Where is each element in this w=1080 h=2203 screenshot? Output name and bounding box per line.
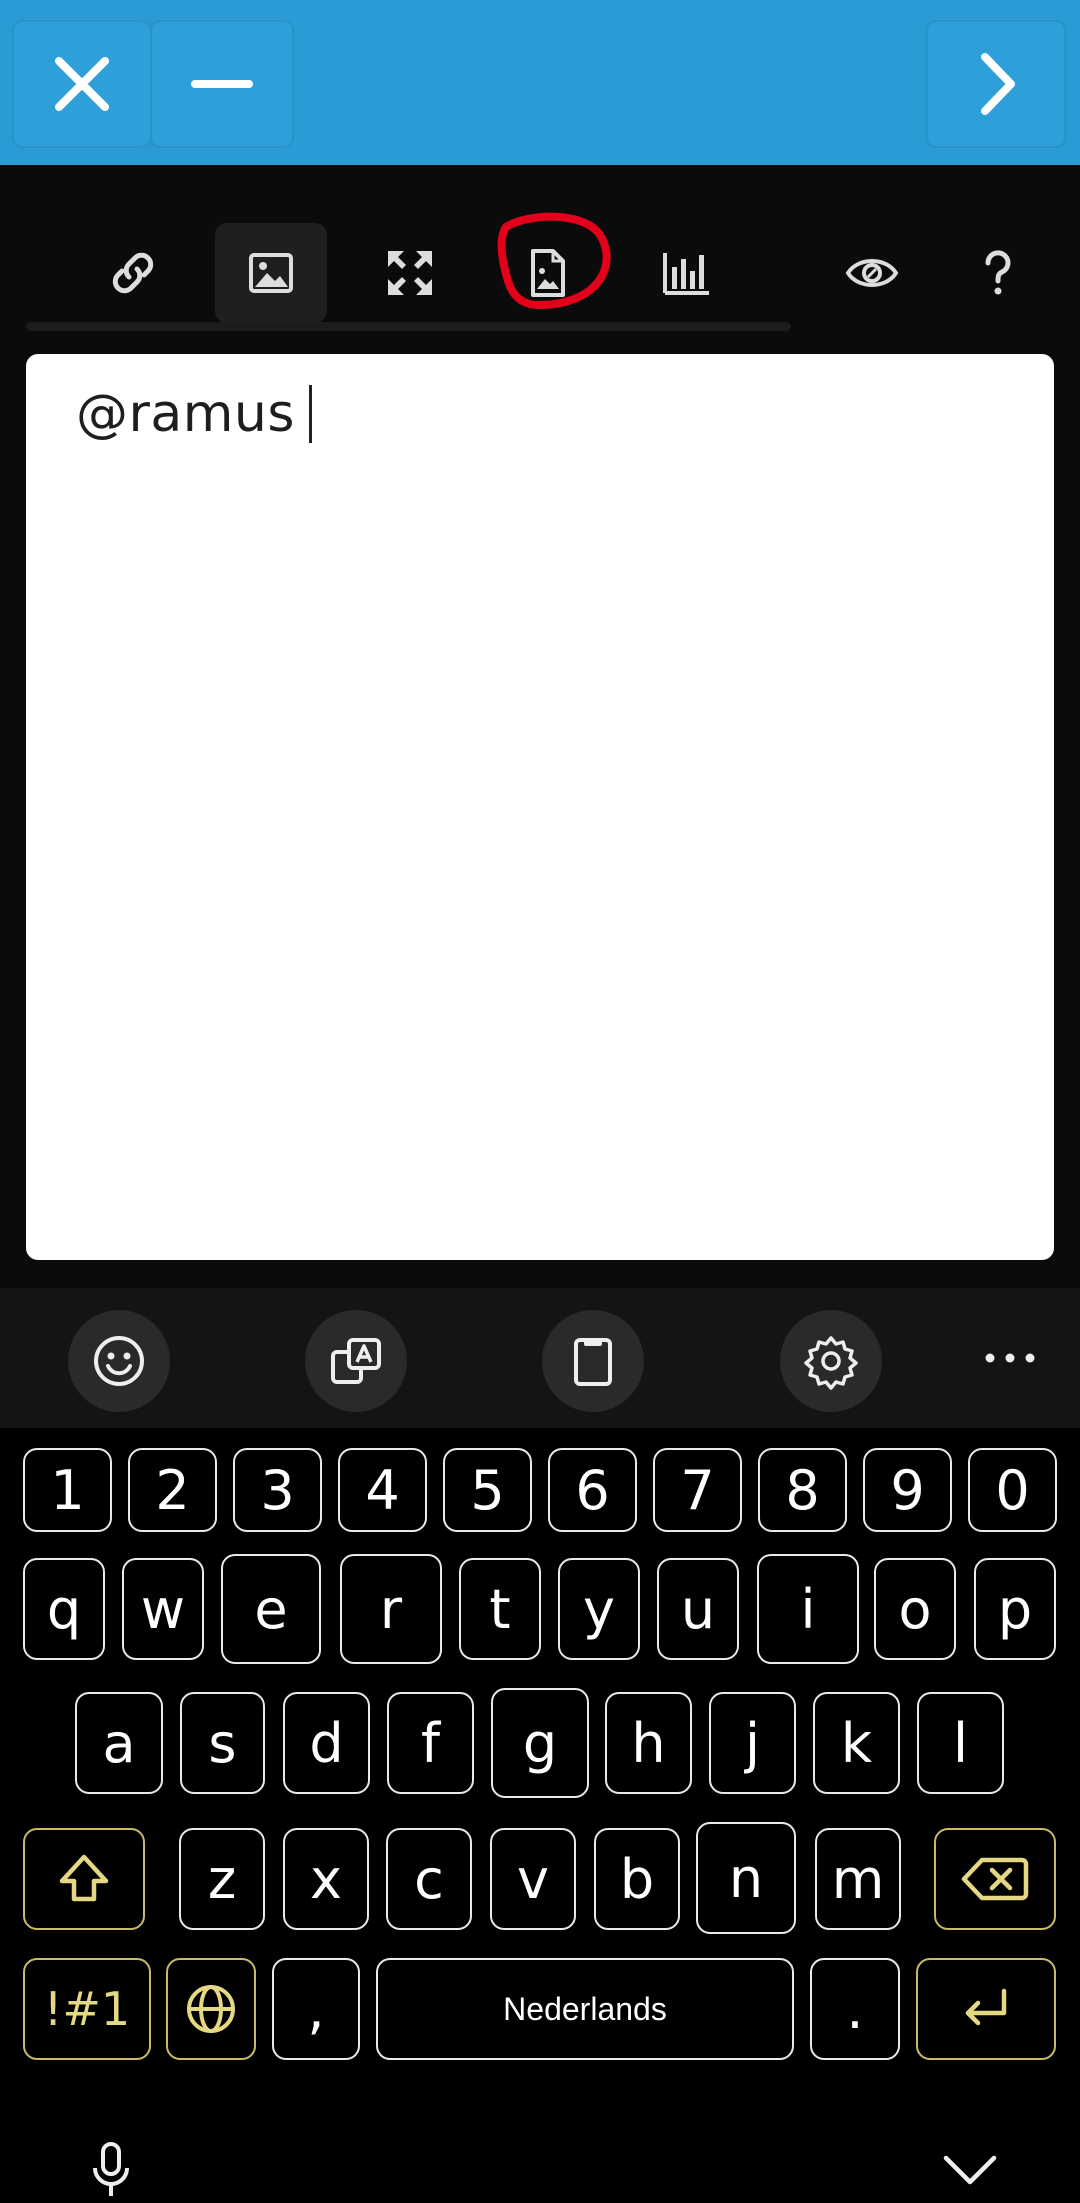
- key-j[interactable]: j: [709, 1692, 796, 1794]
- backspace-key[interactable]: [934, 1828, 1056, 1930]
- help-button[interactable]: [942, 223, 1054, 323]
- next-button[interactable]: [926, 20, 1066, 148]
- settings-icon: [804, 1336, 858, 1390]
- key-x[interactable]: x: [283, 1828, 369, 1930]
- key-i[interactable]: i: [757, 1554, 859, 1664]
- key-m[interactable]: m: [815, 1828, 901, 1930]
- language-key[interactable]: [166, 1958, 256, 2060]
- keyboard: 1 2 3 4 5 6 7 8 9 0 q w e r t y u i o p …: [0, 1428, 1080, 2203]
- close-button[interactable]: [12, 20, 152, 148]
- clipboard-icon: [574, 1338, 612, 1386]
- minus-icon: [191, 80, 253, 88]
- globe-icon: [187, 1985, 235, 2033]
- enter-key[interactable]: [916, 1958, 1056, 2060]
- microphone-icon[interactable]: [86, 2140, 136, 2200]
- key-v[interactable]: v: [490, 1828, 576, 1930]
- enter-icon: [965, 1988, 1007, 2026]
- key-f[interactable]: f: [387, 1692, 474, 1794]
- key-5[interactable]: 5: [443, 1448, 532, 1532]
- help-icon: [985, 250, 1011, 295]
- translate-button[interactable]: [305, 1310, 407, 1412]
- comma-key[interactable]: ,: [272, 1958, 360, 2060]
- translate-icon: [331, 1338, 381, 1384]
- key-n[interactable]: n: [696, 1822, 796, 1934]
- clipboard-button[interactable]: [542, 1310, 644, 1412]
- key-u[interactable]: u: [657, 1558, 739, 1660]
- key-8[interactable]: 8: [758, 1448, 847, 1532]
- space-key[interactable]: Nederlands: [376, 1958, 794, 2060]
- key-1[interactable]: 1: [23, 1448, 112, 1532]
- preview-button[interactable]: [816, 223, 928, 323]
- more-icon: [985, 1353, 1035, 1363]
- close-icon: [55, 57, 109, 111]
- key-s[interactable]: s: [180, 1692, 265, 1794]
- chart-icon: [663, 253, 709, 295]
- more-button[interactable]: [970, 1328, 1050, 1388]
- key-e[interactable]: e: [221, 1554, 321, 1664]
- link-button[interactable]: [77, 223, 189, 323]
- toolbar-scroll-track: [26, 322, 791, 331]
- text-editor[interactable]: @ramus: [26, 354, 1054, 1260]
- key-t[interactable]: t: [459, 1558, 541, 1660]
- image-icon: [249, 253, 293, 293]
- key-3[interactable]: 3: [233, 1448, 322, 1532]
- key-4[interactable]: 4: [338, 1448, 427, 1532]
- key-2[interactable]: 2: [128, 1448, 217, 1532]
- key-z[interactable]: z: [179, 1828, 265, 1930]
- key-6[interactable]: 6: [548, 1448, 637, 1532]
- editor-toolbar: [0, 165, 1080, 355]
- text-caret: [308, 385, 312, 443]
- key-k[interactable]: k: [813, 1692, 900, 1794]
- fullscreen-icon: [388, 251, 432, 295]
- key-9[interactable]: 9: [863, 1448, 952, 1532]
- top-app-bar: [0, 0, 1080, 165]
- key-y[interactable]: y: [558, 1558, 640, 1660]
- symbols-key[interactable]: !#1: [23, 1958, 151, 2060]
- chevron-down-icon[interactable]: [940, 2150, 1000, 2190]
- image-button[interactable]: [215, 223, 327, 323]
- emoji-icon: [94, 1336, 144, 1386]
- shift-icon: [59, 1854, 109, 1902]
- key-h[interactable]: h: [605, 1692, 692, 1794]
- key-b[interactable]: b: [594, 1828, 680, 1930]
- key-p[interactable]: p: [974, 1558, 1056, 1660]
- key-l[interactable]: l: [917, 1692, 1004, 1794]
- key-o[interactable]: o: [874, 1558, 956, 1660]
- key-0[interactable]: 0: [968, 1448, 1057, 1532]
- key-q[interactable]: q: [23, 1558, 105, 1660]
- backspace-icon: [961, 1857, 1029, 1901]
- key-d[interactable]: d: [283, 1692, 370, 1794]
- key-a[interactable]: a: [75, 1692, 163, 1794]
- key-c[interactable]: c: [386, 1828, 472, 1930]
- key-r[interactable]: r: [340, 1554, 442, 1664]
- period-key[interactable]: .: [810, 1958, 900, 2060]
- preview-eye-icon: [845, 259, 899, 287]
- minimize-button[interactable]: [150, 20, 294, 148]
- emoji-button[interactable]: [68, 1310, 170, 1412]
- keyboard-toolbar: [0, 1288, 1080, 1428]
- settings-button[interactable]: [780, 1310, 882, 1412]
- key-7[interactable]: 7: [653, 1448, 742, 1532]
- chart-button[interactable]: [631, 223, 743, 323]
- chevron-right-icon: [981, 53, 1015, 115]
- shift-key[interactable]: [23, 1828, 145, 1930]
- fullscreen-button[interactable]: [354, 223, 466, 323]
- editor-text: @ramus: [76, 384, 295, 444]
- key-w[interactable]: w: [122, 1558, 204, 1660]
- key-g[interactable]: g: [491, 1688, 589, 1798]
- link-icon: [112, 252, 154, 294]
